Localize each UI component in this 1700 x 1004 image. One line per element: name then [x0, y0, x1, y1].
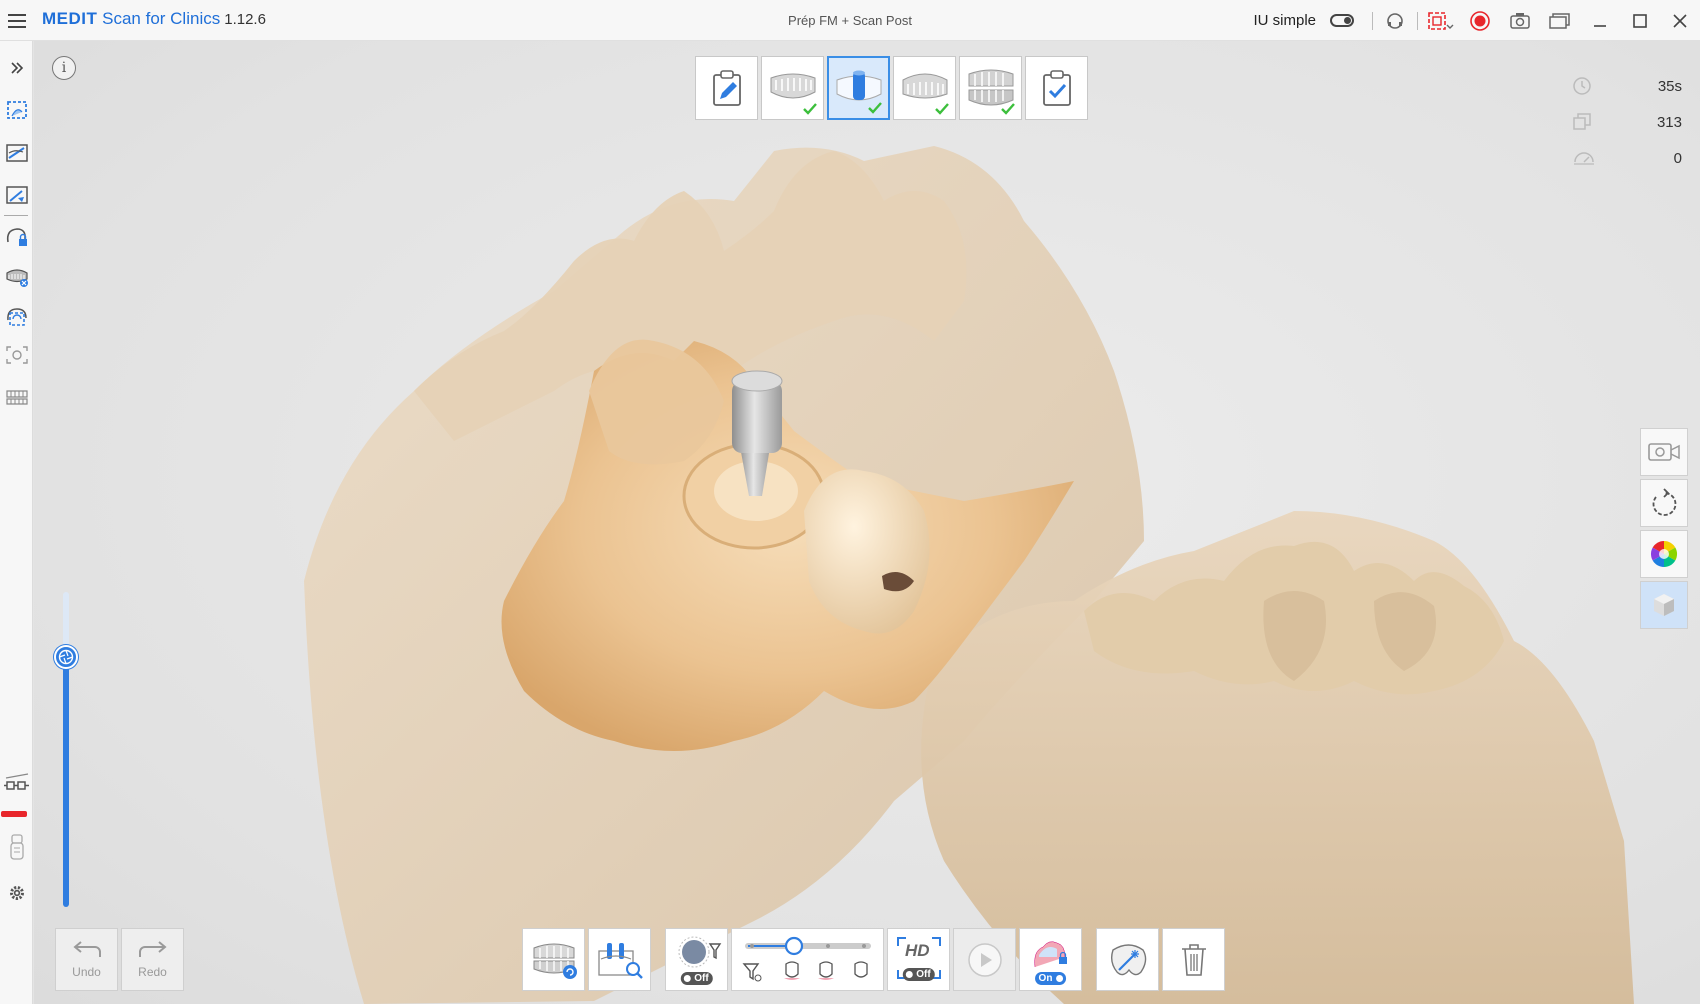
- play-icon: [967, 942, 1002, 977]
- screen-capture-area-icon[interactable]: [1420, 0, 1460, 41]
- reset-view-button[interactable]: [1640, 479, 1688, 527]
- hd-label: HD: [905, 941, 930, 960]
- teeth-reference-button[interactable]: [522, 928, 585, 991]
- app-title: MEDIT Scan for Clinics 1.12.6: [42, 9, 266, 28]
- info-button[interactable]: i: [52, 56, 76, 80]
- scan-stage-bar: [695, 56, 1088, 120]
- delete-button[interactable]: [1162, 928, 1225, 991]
- maximize-icon[interactable]: [1620, 0, 1660, 41]
- solid-view-button[interactable]: [1640, 581, 1688, 629]
- check-icon: [868, 102, 882, 114]
- left-toolbar: [0, 41, 33, 1004]
- minimize-icon[interactable]: [1580, 0, 1620, 41]
- smile-design-icon[interactable]: [3, 383, 31, 411]
- jaw-sync-icon: [533, 943, 577, 979]
- connection-status-bar: [1, 811, 27, 817]
- redo-arrow-icon: [138, 940, 167, 957]
- color-mode-button[interactable]: [1640, 530, 1688, 578]
- trash-icon: [1181, 943, 1206, 976]
- scanner-link-icon[interactable]: [3, 771, 31, 799]
- undo-button[interactable]: Undo: [55, 928, 118, 991]
- expand-icon[interactable]: [3, 54, 31, 82]
- video-camera-view-button[interactable]: [1640, 428, 1688, 476]
- realign-icon[interactable]: [3, 303, 31, 331]
- redo-label: Redo: [138, 964, 167, 979]
- separator: [1417, 11, 1418, 30]
- scan-body-search-icon: [597, 942, 643, 979]
- check-icon: [1001, 103, 1015, 115]
- settings-gear-icon[interactable]: [3, 879, 31, 907]
- gallery-icon[interactable]: [1540, 0, 1580, 41]
- cube-icon: [1654, 594, 1674, 616]
- remote-support-icon[interactable]: [1375, 0, 1415, 41]
- filter-slider-icon: [741, 936, 871, 981]
- frame-count-value: 313: [1656, 113, 1682, 131]
- scan-time-stat: 35s: [1572, 68, 1682, 104]
- clipboard-check-icon: [1042, 70, 1071, 106]
- noise-filter-toggle[interactable]: Off: [680, 972, 713, 985]
- clock-icon: [1573, 77, 1591, 95]
- dental-scan-model[interactable]: [34, 41, 1700, 1004]
- remove-teeth-icon[interactable]: [3, 263, 31, 291]
- color-wheel-icon: [1650, 540, 1678, 568]
- ai-scan-button[interactable]: [1096, 928, 1159, 991]
- scan-body-library-button[interactable]: [588, 928, 651, 991]
- lock-area-icon[interactable]: [3, 223, 31, 251]
- trim-tool-icon[interactable]: [3, 139, 31, 167]
- count-value: 0: [1673, 149, 1682, 167]
- filter-level-slider-knob[interactable]: [54, 645, 78, 669]
- right-toolbar: [1640, 428, 1688, 629]
- stage-review-button[interactable]: [1025, 56, 1088, 120]
- lock-scan-area-button[interactable]: On: [1019, 928, 1082, 991]
- selection-tool-icon[interactable]: [3, 96, 31, 124]
- separator: [1372, 11, 1373, 30]
- record-icon[interactable]: [1460, 0, 1500, 41]
- 3d-viewport[interactable]: [34, 41, 1700, 1004]
- capture-photo-icon[interactable]: [3, 341, 31, 369]
- undo-label: Undo: [72, 964, 101, 979]
- video-camera-icon: [1648, 443, 1680, 461]
- gauge-icon: [1574, 152, 1594, 165]
- hamburger-menu-icon[interactable]: [6, 10, 28, 32]
- tooth-magic-icon: [1110, 943, 1146, 975]
- check-icon: [935, 103, 949, 115]
- lower-jaw-icon: [902, 73, 947, 99]
- hd-mode-button[interactable]: HD Off: [887, 928, 950, 991]
- check-icon: [803, 103, 817, 115]
- data-filter-slider-panel: [731, 928, 884, 991]
- play-button[interactable]: [953, 928, 1016, 991]
- scanner-device-icon[interactable]: [3, 833, 31, 861]
- title-bar: MEDIT Scan for Clinics 1.12.6 Prép FM + S…: [0, 0, 1700, 41]
- lock-scan-area-toggle[interactable]: On: [1034, 972, 1067, 985]
- rotate-icon: [1652, 488, 1677, 516]
- stage-occlusion-button[interactable]: [959, 56, 1022, 120]
- noise-filter-button[interactable]: Off: [665, 928, 728, 991]
- close-icon[interactable]: [1660, 0, 1700, 41]
- aperture-icon: [58, 649, 74, 665]
- stage-scan-body-button[interactable]: [827, 56, 890, 120]
- scan-stats-panel: 35s 313 0: [1572, 68, 1682, 176]
- upper-jaw-icon: [770, 73, 815, 99]
- clipboard-edit-icon: [712, 70, 741, 106]
- lock-tooth-icon: [1033, 940, 1067, 967]
- filter-level-slider-track[interactable]: [63, 592, 69, 907]
- redo-button[interactable]: Redo: [121, 928, 184, 991]
- filter-sphere-icon: [678, 936, 721, 967]
- lasso-tool-icon[interactable]: [3, 181, 31, 209]
- divider: [4, 215, 28, 216]
- stage-maxilla-button[interactable]: [761, 56, 824, 120]
- hd-toggle[interactable]: Off: [902, 968, 935, 981]
- count-stat: 0: [1572, 140, 1682, 176]
- stage-form-button[interactable]: [695, 56, 758, 120]
- undo-arrow-icon: [72, 940, 101, 957]
- mode-label: IU simple: [1253, 12, 1316, 29]
- frames-icon: [1573, 113, 1591, 130]
- stage-mandible-button[interactable]: [893, 56, 956, 120]
- camera-icon[interactable]: [1500, 0, 1540, 41]
- frame-count-stat: 313: [1572, 104, 1682, 140]
- mode-toggle[interactable]: [1330, 14, 1354, 27]
- scan-time-value: 35s: [1657, 77, 1682, 95]
